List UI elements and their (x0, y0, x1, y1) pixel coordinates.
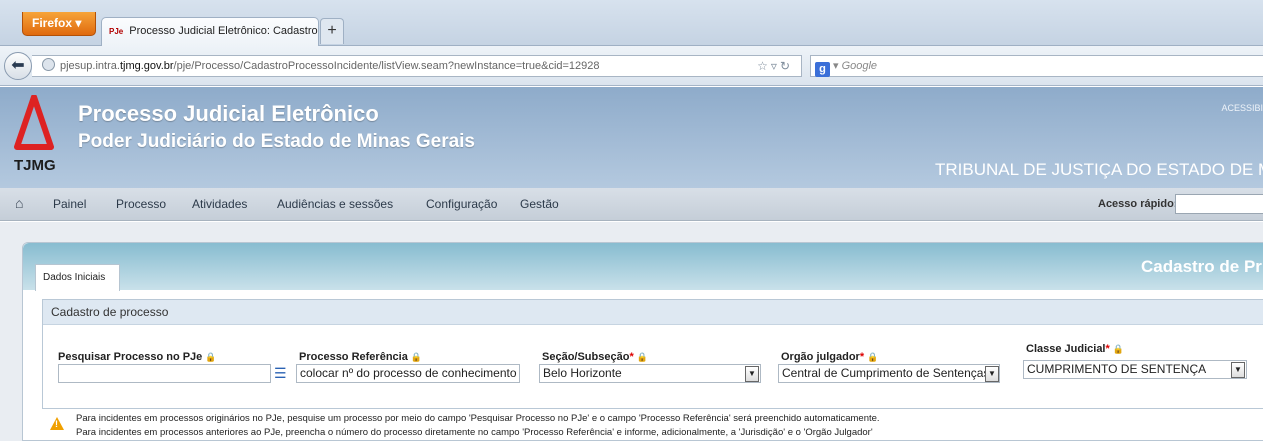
required-mark: * (859, 351, 865, 363)
orgao-dropdown-arrow-icon[interactable]: ▼ (985, 366, 999, 382)
classe-label: Classe Judicial* 🔒 (1026, 343, 1124, 355)
url-path: /pje/Processo/CadastroProcessoIncidente/… (173, 60, 600, 72)
menu-item-audiencias[interactable]: Audiências e sessões (277, 197, 393, 211)
secao-dropdown-arrow-icon[interactable]: ▼ (745, 366, 759, 382)
secao-select[interactable]: Belo Horizonte (539, 364, 761, 383)
warning-icon: ! (50, 417, 64, 430)
bookmark-star-icon[interactable]: ☆▿↻ (757, 56, 793, 76)
classe-dropdown-arrow-icon[interactable]: ▼ (1231, 362, 1245, 378)
url-host: tjmg.gov.br (119, 60, 174, 72)
required-mark: * (629, 351, 634, 363)
browser-tab[interactable]: PJe Processo Judicial Eletrônico: Cadast… (101, 17, 319, 46)
back-arrow-icon[interactable]: ⬅ (4, 52, 32, 80)
menu-item-atividades[interactable]: Atividades (192, 197, 247, 211)
list-search-icon[interactable]: ☰ (274, 364, 287, 382)
panel-header: Dados Iniciais Cadastro de Pr (23, 243, 1263, 291)
orgao-julgador-select[interactable]: Central de Cumprimento de Sentenças - C (778, 364, 1000, 383)
logo-text: TJMG (14, 157, 56, 174)
menu-item-gestao[interactable]: Gestão (520, 197, 559, 211)
classe-judicial-select[interactable]: CUMPRIMENTO DE SENTENÇA (1023, 360, 1247, 379)
pesquisar-label-text: Pesquisar Processo no PJe (58, 351, 203, 363)
pje-header: TJMG Processo Judicial Eletrônico Poder … (0, 87, 1263, 188)
classe-label-text: Classe Judicial (1026, 343, 1106, 355)
referencia-label: Processo Referência 🔒 (299, 351, 422, 363)
firefox-menu-button[interactable]: Firefox ▾ (22, 12, 96, 36)
browser-tab-title: Processo Judicial Eletrônico: Cadastro d… (129, 25, 318, 37)
referencia-label-text: Processo Referência (299, 351, 408, 363)
warning-text-1: Para incidentes em processos originários… (76, 413, 880, 424)
google-icon: g (815, 62, 830, 77)
page-title: Cadastro de Pr (1141, 257, 1262, 276)
browser-nav-bar: ⬅ pjesup.intra.tjmg.gov.br/pje/Processo/… (0, 46, 1263, 86)
processo-referencia-input[interactable]: colocar nº do processo de conhecimento (296, 364, 520, 383)
cadastro-panel: Dados Iniciais Cadastro de Pr Cadastro d… (22, 242, 1263, 441)
pje-favicon-icon: PJe (109, 27, 124, 36)
pesquisar-label: Pesquisar Processo no PJe 🔒 (58, 351, 217, 363)
menu-item-processo[interactable]: Processo (116, 197, 166, 211)
acesso-rapido-label: Acesso rápido: (1098, 198, 1178, 210)
lock-icon: 🔒 (410, 352, 423, 362)
acesso-rapido-input[interactable] (1175, 194, 1263, 214)
browser-tab-bar: Firefox ▾ PJe Processo Judicial Eletrôni… (0, 0, 1263, 46)
menu-item-configuracao[interactable]: Configuração (426, 197, 497, 211)
lock-icon: 🔒 (636, 352, 648, 362)
lock-icon: 🔒 (867, 352, 879, 362)
tjmg-logo: TJMG (14, 94, 64, 181)
orgao-label: Orgão julgador* 🔒 (781, 351, 878, 363)
menu-item-painel[interactable]: Painel (53, 197, 86, 211)
tribunal-name: TRIBUNAL DE JUSTIÇA DO ESTADO DE MINAS (935, 160, 1263, 179)
lock-icon: 🔒 (1112, 344, 1125, 354)
firefox-menu-label: Firefox (32, 16, 73, 30)
tjmg-triangle-icon (14, 94, 54, 150)
search-placeholder: Google (841, 60, 878, 72)
section-title: Cadastro de processo (43, 300, 1263, 325)
tab-dados-iniciais[interactable]: Dados Iniciais (35, 264, 120, 291)
accessibility-link[interactable]: ACESSIBI (1221, 103, 1263, 113)
orgao-label-text: Orgão julgador (781, 351, 860, 363)
home-icon[interactable]: ⌂ (15, 195, 23, 211)
secao-label: Seção/Subseção* 🔒 (542, 351, 648, 363)
search-bar[interactable]: g ▾ Google (810, 55, 1263, 77)
app-title: Processo Judicial Eletrônico (78, 101, 379, 126)
new-tab-button[interactable]: + (320, 18, 344, 44)
pesquisar-processo-input[interactable] (58, 364, 271, 383)
main-menu: ⌂ Painel Processo Atividades Audiências … (0, 188, 1263, 221)
app-subtitle: Poder Judiciário do Estado de Minas Gera… (78, 131, 475, 152)
url-bar[interactable]: pjesup.intra.tjmg.gov.br/pje/Processo/Ca… (32, 55, 802, 77)
lock-icon: 🔒 (205, 352, 217, 362)
globe-icon (42, 58, 55, 71)
required-mark: * (1105, 343, 1110, 355)
url-prefix: pjesup.intra. (60, 60, 120, 72)
secao-label-text: Seção/Subseção (542, 351, 630, 363)
warning-text-2: Para incidentes em processos anteriores … (76, 427, 873, 438)
